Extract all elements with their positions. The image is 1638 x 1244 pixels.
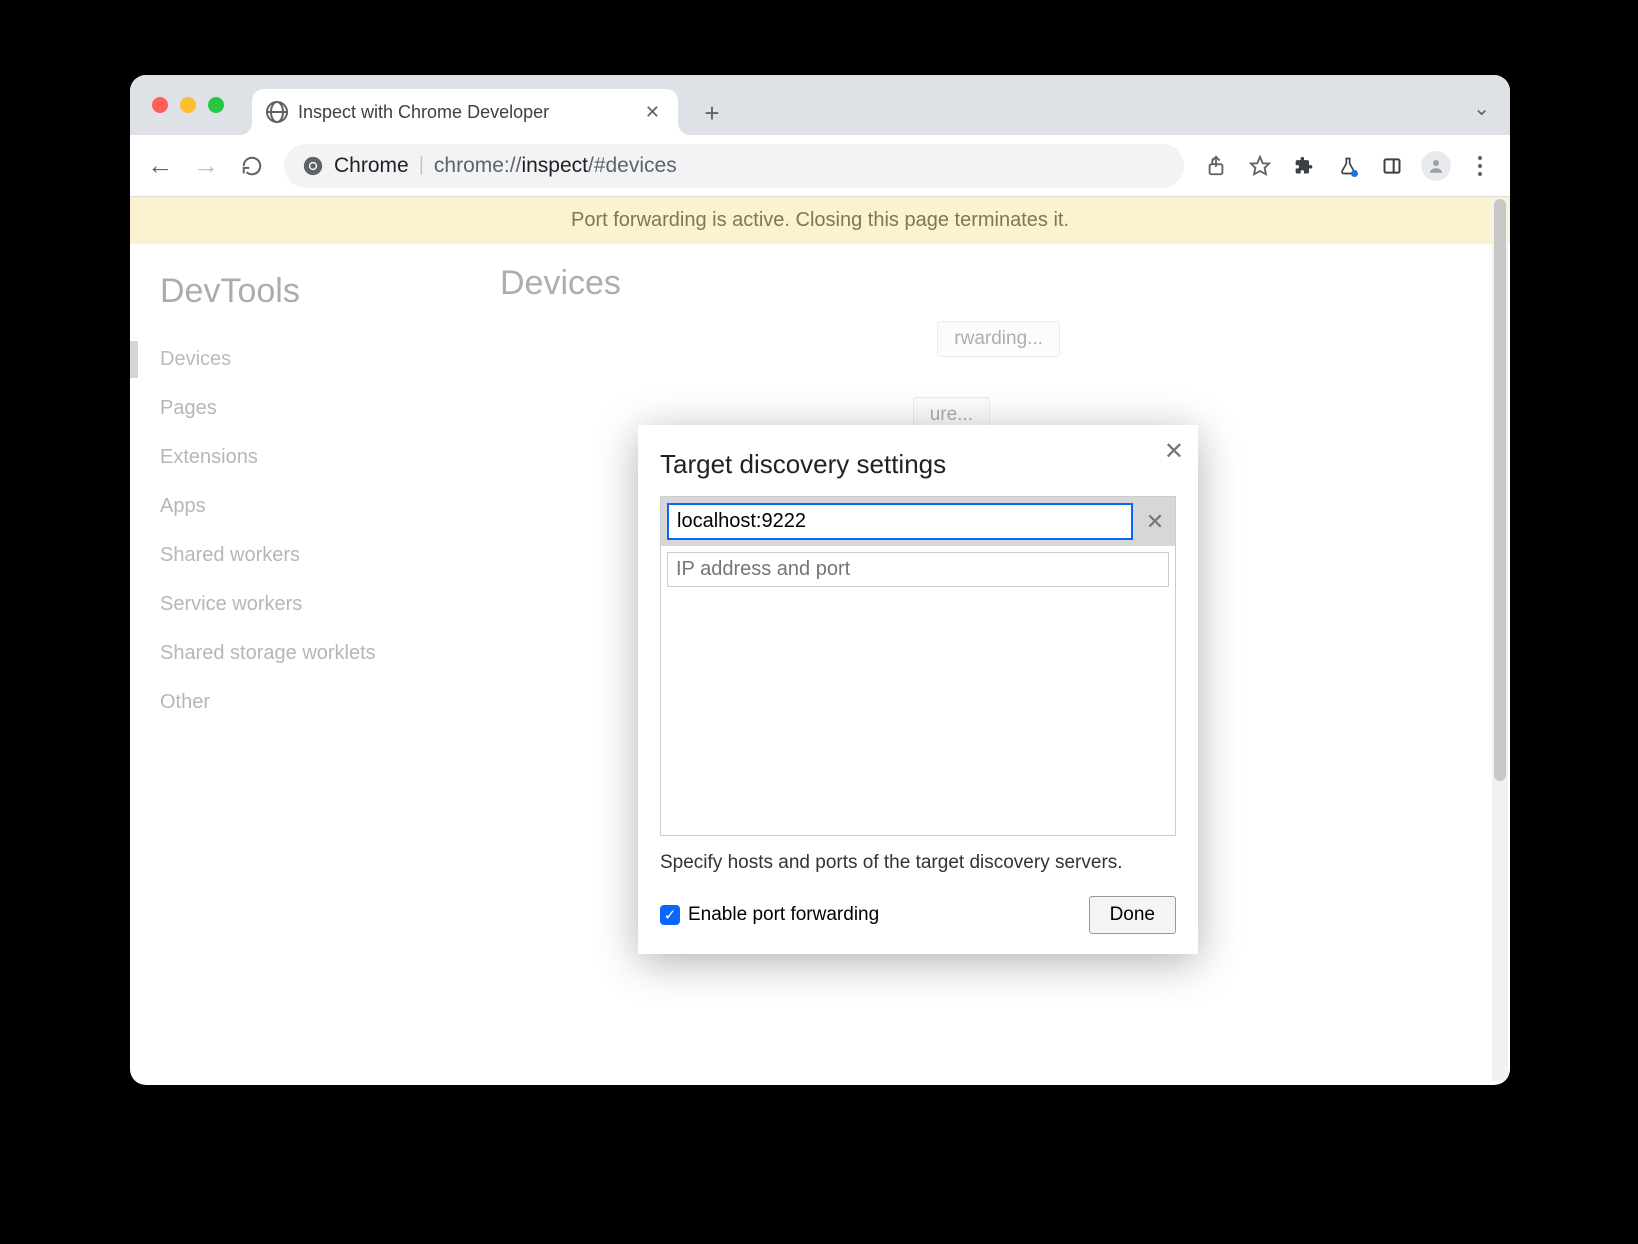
target-row: ✕: [661, 497, 1175, 546]
window-close-button[interactable]: [152, 97, 168, 113]
bookmark-star-icon[interactable]: [1240, 146, 1280, 186]
port-forwarding-banner: Port forwarding is active. Closing this …: [130, 197, 1510, 244]
sidebar-item-shared-storage-worklets[interactable]: Shared storage worklets: [160, 629, 470, 678]
toolbar: ← → Chrome|chrome://inspect/#devices: [130, 135, 1510, 197]
toolbar-actions: [1196, 146, 1500, 186]
address-bar[interactable]: Chrome|chrome://inspect/#devices: [284, 144, 1184, 188]
share-icon[interactable]: [1196, 146, 1236, 186]
target-host-empty-input[interactable]: [667, 552, 1169, 587]
vertical-scrollbar[interactable]: [1492, 199, 1508, 1081]
sidebar-item-service-workers[interactable]: Service workers: [160, 580, 470, 629]
window-controls: [152, 97, 252, 135]
chrome-icon: [302, 155, 324, 177]
menu-button[interactable]: [1460, 146, 1500, 186]
tab-bar: Inspect with Chrome Developer ✕ + ⌄: [130, 75, 1510, 135]
browser-window: Inspect with Chrome Developer ✕ + ⌄ ← → …: [130, 75, 1510, 1085]
back-button[interactable]: ←: [140, 146, 180, 186]
modal-title: Target discovery settings: [660, 449, 1176, 480]
modal-close-icon[interactable]: ✕: [1164, 437, 1184, 466]
sidebar-title: DevTools: [160, 272, 470, 311]
done-button[interactable]: Done: [1089, 896, 1176, 934]
sidebar-item-devices[interactable]: Devices: [160, 335, 470, 384]
address-text: Chrome|chrome://inspect/#devices: [334, 154, 677, 178]
globe-icon: [266, 101, 288, 123]
sidebar-item-pages[interactable]: Pages: [160, 384, 470, 433]
new-tab-button[interactable]: +: [694, 95, 730, 131]
sidebar-item-apps[interactable]: Apps: [160, 482, 470, 531]
target-host-input[interactable]: [667, 503, 1133, 540]
target-discovery-modal: ✕ Target discovery settings ✕ Specify ho…: [638, 425, 1198, 954]
labs-icon[interactable]: [1328, 146, 1368, 186]
sidebar-item-extensions[interactable]: Extensions: [160, 433, 470, 482]
tab-close-icon[interactable]: ✕: [641, 100, 664, 125]
checkbox-checked-icon: ✓: [660, 905, 680, 925]
forward-button[interactable]: →: [186, 146, 226, 186]
reload-button[interactable]: [232, 146, 272, 186]
page-heading: Devices: [500, 264, 1480, 303]
enable-port-forwarding-checkbox[interactable]: ✓ Enable port forwarding: [660, 904, 879, 926]
tab-title: Inspect with Chrome Developer: [298, 102, 631, 123]
browser-tab[interactable]: Inspect with Chrome Developer ✕: [252, 89, 678, 135]
window-minimize-button[interactable]: [180, 97, 196, 113]
target-list: ✕: [660, 496, 1176, 836]
tab-list-chevron-icon[interactable]: ⌄: [1473, 96, 1490, 121]
extensions-icon[interactable]: [1284, 146, 1324, 186]
window-maximize-button[interactable]: [208, 97, 224, 113]
target-row-empty: [661, 546, 1175, 593]
scrollbar-thumb[interactable]: [1494, 199, 1506, 781]
remove-target-icon[interactable]: ✕: [1141, 509, 1169, 535]
port-forwarding-button[interactable]: rwarding...: [937, 321, 1060, 357]
sidebar-item-other[interactable]: Other: [160, 678, 470, 727]
sidebar-item-shared-workers[interactable]: Shared workers: [160, 531, 470, 580]
modal-help-text: Specify hosts and ports of the target di…: [660, 850, 1176, 876]
profile-avatar[interactable]: [1416, 146, 1456, 186]
sidebar: DevTools Devices Pages Extensions Apps S…: [130, 244, 470, 1084]
side-panel-icon[interactable]: [1372, 146, 1412, 186]
